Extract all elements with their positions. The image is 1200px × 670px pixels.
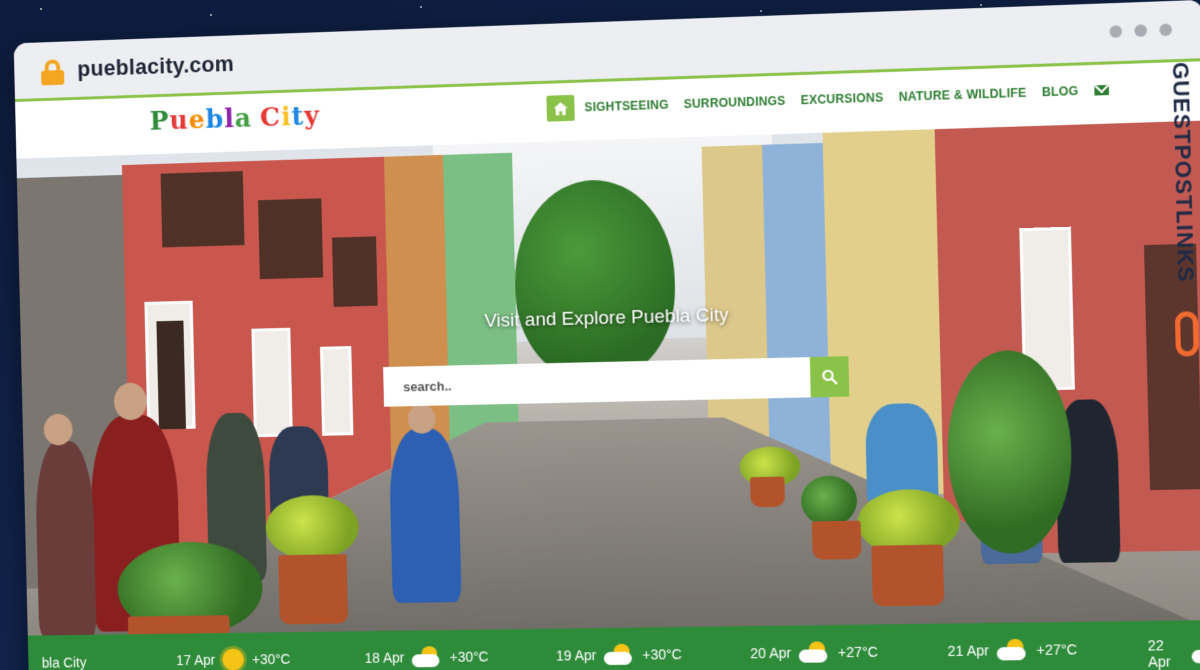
site-logo[interactable]: Puebla City bbox=[149, 101, 320, 136]
search-button[interactable] bbox=[809, 356, 850, 398]
weather-date: 20 Apr bbox=[750, 644, 792, 662]
hero-person bbox=[388, 428, 462, 604]
window-dot[interactable] bbox=[1134, 24, 1148, 38]
cloud-sun-icon bbox=[997, 638, 1028, 662]
weather-day: 19 Apr +30°C bbox=[556, 643, 682, 667]
planter-pot bbox=[278, 554, 349, 625]
planter-pot bbox=[750, 476, 786, 508]
url-text[interactable]: pueblacity.com bbox=[77, 51, 234, 82]
weather-day: 21 Apr +27°C bbox=[947, 638, 1077, 662]
cloud-rain-icon bbox=[799, 641, 830, 664]
logo-letter: e bbox=[188, 105, 207, 136]
nav-item-blog[interactable]: BLOG bbox=[1042, 84, 1079, 99]
nav-item-surroundings[interactable]: SURROUNDINGS bbox=[684, 94, 786, 111]
logo-letter: b bbox=[205, 104, 225, 135]
hero-person bbox=[34, 440, 97, 638]
envelope-icon[interactable] bbox=[1093, 84, 1109, 96]
logo-letter: u bbox=[169, 105, 190, 137]
guestpostlinks-watermark: GUESTPOSTLINKS bbox=[1160, 61, 1200, 369]
watermark-text: GUESTPOSTLINKS bbox=[1167, 61, 1200, 283]
browser-window: pueblacity.com Puebla City SIGHTSEEING S… bbox=[7, 0, 1200, 670]
weather-day: 22 Apr bbox=[1147, 636, 1200, 670]
hero-balcony bbox=[160, 171, 245, 248]
hero-balcony bbox=[258, 198, 324, 280]
weather-temp: +27°C bbox=[837, 643, 879, 661]
weather-temp: +30°C bbox=[251, 650, 291, 668]
planter-pot bbox=[811, 520, 862, 560]
hero-window bbox=[251, 327, 293, 438]
weather-temp: +30°C bbox=[642, 646, 683, 663]
logo-letter: t bbox=[291, 101, 305, 133]
window-dots bbox=[1109, 23, 1173, 38]
weather-day: 17 Apr +30°C bbox=[176, 648, 291, 670]
chain-link-icon bbox=[1174, 311, 1199, 357]
weather-day: 20 Apr +27°C bbox=[750, 641, 878, 665]
weather-temp: +30°C bbox=[449, 648, 489, 665]
home-button[interactable] bbox=[546, 94, 575, 122]
nav-item-excursions[interactable]: EXCURSIONS bbox=[801, 90, 884, 107]
logo-letter: l bbox=[223, 104, 236, 135]
cloud-sun-icon bbox=[412, 646, 442, 668]
hero-window bbox=[319, 346, 354, 436]
hero-balcony bbox=[331, 236, 378, 307]
nav-item-nature-wildlife[interactable]: NATURE & WILDLIFE bbox=[899, 86, 1027, 104]
weather-temp: +27°C bbox=[1036, 641, 1078, 658]
window-dot[interactable] bbox=[1109, 25, 1123, 38]
main-nav: SIGHTSEEING SURROUNDINGS EXCURSIONS NATU… bbox=[546, 77, 1109, 122]
home-icon bbox=[553, 101, 568, 115]
logo-letter: P bbox=[149, 106, 170, 137]
weather-date: 21 Apr bbox=[947, 642, 990, 660]
logo-letter: C bbox=[259, 102, 282, 134]
weather-date: 17 Apr bbox=[175, 651, 216, 669]
hero-section: Visit and Explore Puebla City bbox=[16, 120, 1200, 640]
logo-letter: a bbox=[234, 103, 253, 134]
weather-city: bla City bbox=[41, 654, 87, 670]
logo-letter: y bbox=[303, 101, 321, 132]
weather-date: 18 Apr bbox=[364, 649, 405, 666]
weather-date: 22 Apr bbox=[1147, 637, 1171, 670]
window-dot[interactable] bbox=[1159, 23, 1173, 37]
planter-pot bbox=[871, 544, 945, 607]
cloud-sun-icon bbox=[604, 643, 634, 666]
lock-icon bbox=[41, 59, 65, 86]
weather-date: 19 Apr bbox=[555, 647, 597, 664]
hero-door bbox=[156, 320, 186, 430]
weather-day: 18 Apr +30°C bbox=[364, 645, 489, 668]
sun-icon bbox=[222, 648, 245, 670]
cloud-sun-icon bbox=[1192, 641, 1200, 664]
logo-letter: i bbox=[280, 102, 292, 133]
search-icon bbox=[821, 369, 838, 386]
nav-item-sightseeing[interactable]: SIGHTSEEING bbox=[584, 98, 669, 115]
browser-frame: pueblacity.com Puebla City SIGHTSEEING S… bbox=[13, 0, 1200, 670]
